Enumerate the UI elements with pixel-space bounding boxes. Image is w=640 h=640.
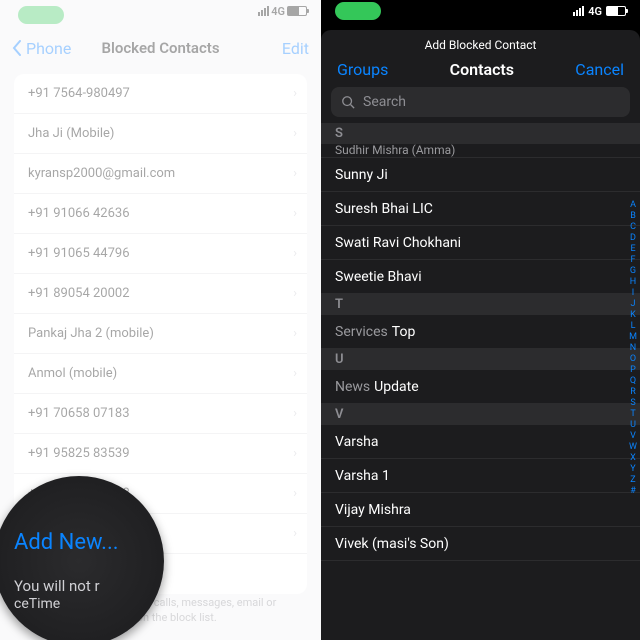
index-letter[interactable]: J	[628, 299, 638, 310]
chevron-right-icon: ›	[293, 486, 297, 501]
index-letter[interactable]: B	[628, 211, 638, 222]
left-pane: 4G Phone Blocked Contacts Edit +91 7564-…	[0, 0, 321, 640]
index-letter[interactable]: P	[628, 365, 638, 376]
index-letter[interactable]: K	[628, 310, 638, 321]
groups-button[interactable]: Groups	[337, 60, 388, 79]
blocked-row[interactable]: +91 7564-980497›	[14, 74, 307, 114]
contact-row[interactable]: Sweetie Bhavi	[321, 260, 640, 294]
blocked-row[interactable]: kyransp2000@gmail.com›	[14, 154, 307, 194]
contact-row[interactable]: Varsha 1	[321, 459, 640, 493]
status-bar: 4G	[0, 0, 321, 22]
nav-bar: Phone Blocked Contacts Edit	[0, 28, 321, 68]
index-letter[interactable]: O	[628, 354, 638, 365]
blocked-row[interactable]: +91 91065 44796›	[14, 234, 307, 274]
index-letter[interactable]: I	[628, 288, 638, 299]
index-letter[interactable]: V	[628, 431, 638, 442]
chevron-right-icon: ›	[293, 126, 297, 141]
contacts-heading: Contacts	[450, 60, 514, 79]
blocked-row[interactable]: Anmol (mobile)›	[14, 354, 307, 394]
index-letter[interactable]: W	[628, 442, 638, 453]
call-time-pill[interactable]	[335, 2, 381, 20]
chevron-right-icon: ›	[293, 366, 297, 381]
section-header-s: S	[321, 123, 640, 144]
chevron-right-icon: ›	[293, 406, 297, 421]
index-letter[interactable]: A	[628, 200, 638, 211]
chevron-right-icon: ›	[293, 206, 297, 221]
chevron-right-icon: ›	[293, 326, 297, 341]
contact-row[interactable]: ServicesTop	[321, 315, 640, 349]
magnified-footer-2: ceTime	[14, 596, 164, 612]
index-letter[interactable]: D	[628, 233, 638, 244]
magnified-add-new[interactable]: Add New...	[14, 530, 164, 555]
index-letter[interactable]: Z	[628, 475, 638, 486]
index-letter[interactable]: E	[628, 244, 638, 255]
chevron-right-icon: ›	[293, 286, 297, 301]
contact-row[interactable]: Varsha	[321, 425, 640, 459]
chevron-right-icon: ›	[293, 246, 297, 261]
sheet-nav: Groups Contacts Cancel	[321, 56, 640, 87]
section-header-u: U	[321, 349, 640, 370]
blocked-row[interactable]: +91 95825 83539›	[14, 434, 307, 474]
contact-row[interactable]: Vivek (masi's Son)	[321, 527, 640, 561]
network-label: 4G	[588, 5, 602, 18]
chevron-right-icon: ›	[293, 526, 297, 541]
index-letter[interactable]: L	[628, 321, 638, 332]
index-letter[interactable]: S	[628, 398, 638, 409]
index-letter[interactable]: C	[628, 222, 638, 233]
blocked-row[interactable]: +91 91066 42636›	[14, 194, 307, 234]
index-letter[interactable]: U	[628, 420, 638, 431]
signal-icon	[258, 6, 269, 16]
index-letter[interactable]: H	[628, 277, 638, 288]
chevron-right-icon: ›	[293, 446, 297, 461]
index-letter[interactable]: M	[628, 332, 638, 343]
blocked-row[interactable]: +91 70658 07183›	[14, 394, 307, 434]
search-field[interactable]: Search	[331, 87, 630, 117]
blocked-row[interactable]: Pankaj Jha 2 (mobile)›	[14, 314, 307, 354]
contact-row[interactable]: Swati Ravi Chokhani	[321, 226, 640, 260]
index-letter[interactable]: G	[628, 266, 638, 277]
contact-picker-sheet: Add Blocked Contact Groups Contacts Canc…	[321, 30, 640, 640]
status-bar: 4G	[321, 0, 640, 22]
signal-icon	[573, 6, 584, 16]
sheet-title: Add Blocked Contact	[321, 30, 640, 56]
blocked-row[interactable]: +91 89054 20002›	[14, 274, 307, 314]
call-time-pill[interactable]	[18, 6, 64, 24]
index-letter[interactable]: #	[628, 486, 638, 497]
battery-icon	[287, 6, 307, 16]
page-title: Blocked Contacts	[0, 39, 321, 57]
index-letter[interactable]: F	[628, 255, 638, 266]
index-letter[interactable]: X	[628, 453, 638, 464]
section-header-v: V	[321, 404, 640, 425]
search-placeholder: Search	[363, 94, 406, 110]
search-icon	[341, 95, 355, 109]
index-letter[interactable]: N	[628, 343, 638, 354]
chevron-right-icon: ›	[293, 166, 297, 181]
index-letter[interactable]: Q	[628, 376, 638, 387]
right-pane: 4G Add Blocked Contact Groups Contacts C…	[321, 0, 640, 640]
battery-icon	[606, 6, 626, 16]
contact-row[interactable]: NewsUpdate	[321, 370, 640, 404]
section-header-t: T	[321, 294, 640, 315]
contact-row[interactable]: Suresh Bhai LIC	[321, 192, 640, 226]
contact-row[interactable]: Vijay Mishra	[321, 493, 640, 527]
index-letter[interactable]: R	[628, 387, 638, 398]
contact-row[interactable]: Sunny Ji	[321, 158, 640, 192]
chevron-right-icon: ›	[293, 86, 297, 101]
magnified-footer-1: You will not r	[14, 577, 164, 597]
cancel-button[interactable]: Cancel	[575, 60, 624, 79]
network-label: 4G	[271, 5, 285, 18]
magnifier-callout: Add New... You will not r ceTime	[0, 476, 164, 640]
index-letter[interactable]: T	[628, 409, 638, 420]
index-letter[interactable]: Y	[628, 464, 638, 475]
contact-row[interactable]: Sudhir Mishra (Amma)	[321, 144, 640, 158]
blocked-row[interactable]: Jha Ji (Mobile)›	[14, 114, 307, 154]
alphabet-index[interactable]: ABCDEFGHIJKLMNOPQRSTUVWXYZ#	[628, 200, 638, 497]
